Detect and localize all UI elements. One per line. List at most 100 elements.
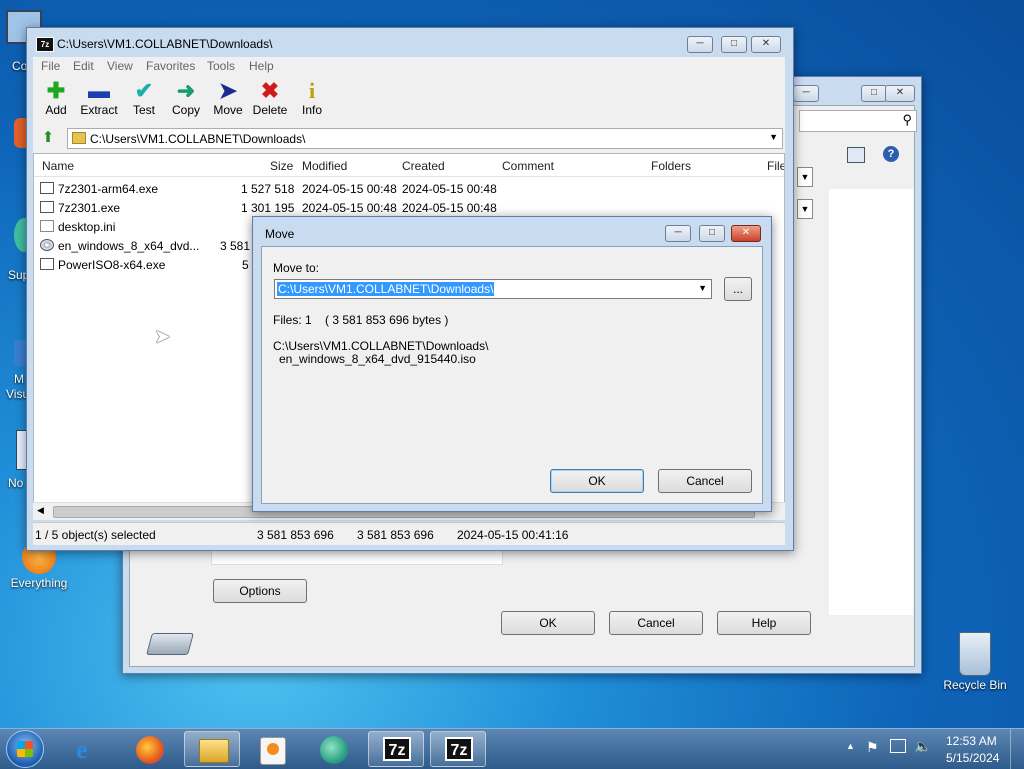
col-modified[interactable]: Modified [302,159,347,173]
menu-favorites[interactable]: Favorites [146,59,195,73]
windows-logo-icon [17,741,33,757]
status-date: 2024-05-15 00:41:16 [457,528,569,542]
taskbar: e 7z 7z ▲ ⚑ 🔈 12:53 AM 5/15/2024 [0,728,1024,769]
clock-date[interactable]: 5/15/2024 [946,751,999,765]
exe-file-icon [40,258,54,270]
address-text: C:\Users\VM1.COLLABNET\Downloads\ [90,132,306,146]
network-icon[interactable] [890,739,906,753]
teal-app-icon [320,736,348,764]
taskbar-firefox[interactable] [122,731,178,767]
move-button[interactable]: ➤ Move [205,78,251,118]
row-created: 2024-05-15 00:48 [402,201,497,215]
show-desktop-button[interactable] [1010,729,1024,769]
options-button[interactable]: Options [213,579,307,603]
disc-image-icon [40,239,54,251]
flag-icon[interactable]: ⚑ [866,739,879,756]
move-minimize-button[interactable]: ─ [665,225,691,242]
folder-icon [199,739,229,763]
status-size: 3 581 853 696 [257,528,334,542]
menu-help[interactable]: Help [249,59,274,73]
fm-maximize-button[interactable]: □ [721,36,747,53]
row-size: 1 301 195 [241,201,295,215]
ini-file-icon [40,220,54,232]
move-label: Move [213,103,243,117]
chevron-down-icon[interactable]: ▼ [769,132,778,142]
move-dialog: Move ─ □ ✕ Move to: C:\Users\VM1.COLLABN… [252,216,772,512]
files-info: Files: 1 ( 3 581 853 696 bytes ) [273,313,449,327]
row-name: desktop.ini [58,220,116,234]
clock-time[interactable]: 12:53 AM [946,734,997,748]
move-ok-button[interactable]: OK [550,469,644,493]
extract-button[interactable]: ▬ Extract [73,79,125,118]
source-path: C:\Users\VM1.COLLABNET\Downloads\ [273,339,489,353]
info-icon: i [308,78,316,103]
menu-view[interactable]: View [107,59,133,73]
test-button[interactable]: ✔ Test [121,79,167,118]
back-maximize-button[interactable]: □ [861,85,887,102]
back-close-button[interactable]: ✕ [885,85,915,102]
fm-close-button[interactable]: ✕ [751,36,781,53]
col-size[interactable]: Size [270,159,293,173]
delete-button[interactable]: ✖ Delete [247,78,293,118]
help-icon[interactable]: ? [883,146,899,162]
move-cancel-button[interactable]: Cancel [658,469,752,493]
show-hidden-icons-button[interactable]: ▲ [846,741,855,751]
move-dialog-body: Move to: C:\Users\VM1.COLLABNET\Download… [261,246,763,504]
up-folder-icon[interactable]: ⬆ [39,129,57,147]
file-list-header: Name Size Modified Created Comment Folde… [34,154,784,177]
desktop-icon-recycle-bin[interactable]: Recycle Bin [940,632,1010,692]
taskbar-media-player[interactable] [244,731,300,767]
col-comment[interactable]: Comment [502,159,554,173]
drive-icon [146,633,194,655]
back-help-button[interactable]: Help [717,611,811,635]
browse-button[interactable]: ... [724,277,752,301]
back-dropdown-1[interactable]: ▼ [797,167,813,187]
menu-file[interactable]: File [41,59,60,73]
back-minimize-button[interactable]: ─ [793,85,819,102]
taskbar-7zip-1[interactable]: 7z [368,731,424,767]
address-input[interactable]: C:\Users\VM1.COLLABNET\Downloads\ ▼ [67,128,783,149]
move-maximize-button[interactable]: □ [699,225,725,242]
destination-path-value: C:\Users\VM1.COLLABNET\Downloads\ [277,282,495,296]
col-folders[interactable]: Folders [651,159,691,173]
view-pane-icon[interactable] [847,147,865,163]
scroll-left-icon[interactable]: ◀ [37,505,44,516]
delete-icon: ✖ [260,78,280,103]
sevenzip-icon: 7z [445,737,473,761]
start-button[interactable] [6,730,44,768]
recycle-bin-icon [959,632,991,676]
taskbar-explorer[interactable] [184,731,240,767]
chevron-down-icon[interactable]: ▼ [698,283,707,293]
status-selection: 1 / 5 object(s) selected [35,528,156,542]
info-button[interactable]: i Info [289,78,335,118]
menu-tools[interactable]: Tools [207,59,235,73]
back-dropdown-2[interactable]: ▼ [797,199,813,219]
back-ok-button[interactable]: OK [501,611,595,635]
search-icon: ⚲ [902,112,912,127]
table-row[interactable]: 7z2301-arm64.exe 1 527 518 2024-05-15 00… [34,180,784,199]
exe-file-icon [40,182,54,194]
col-file[interactable]: File [767,159,784,173]
taskbar-app-teal[interactable] [306,731,362,767]
row-name: 7z2301-arm64.exe [58,182,159,196]
source-file-name: en_windows_8_x64_dvd_915440.iso [279,352,476,366]
fm-minimize-button[interactable]: ─ [687,36,713,53]
volume-muted-icon[interactable]: 🔈 [914,738,931,755]
copy-button[interactable]: ➜ Copy [163,78,209,118]
row-name: PowerISO8-x64.exe [58,258,166,272]
taskbar-ie[interactable]: e [62,731,118,767]
taskbar-7zip-2[interactable]: 7z [430,731,486,767]
row-name: 7z2301.exe [58,201,121,215]
col-created[interactable]: Created [402,159,445,173]
menu-edit[interactable]: Edit [73,59,94,73]
move-icon: ➤ [218,78,238,103]
extract-label: Extract [80,103,118,117]
back-cancel-button[interactable]: Cancel [609,611,703,635]
col-name[interactable]: Name [42,159,74,173]
move-close-button[interactable]: ✕ [731,225,761,242]
destination-path-combo[interactable]: C:\Users\VM1.COLLABNET\Downloads\ ▼ [274,279,712,299]
back-search-box[interactable]: ⚲ [799,110,917,132]
recycle-bin-label: Recycle Bin [943,678,1007,692]
test-label: Test [132,103,155,117]
copy-icon: ➜ [176,78,196,103]
